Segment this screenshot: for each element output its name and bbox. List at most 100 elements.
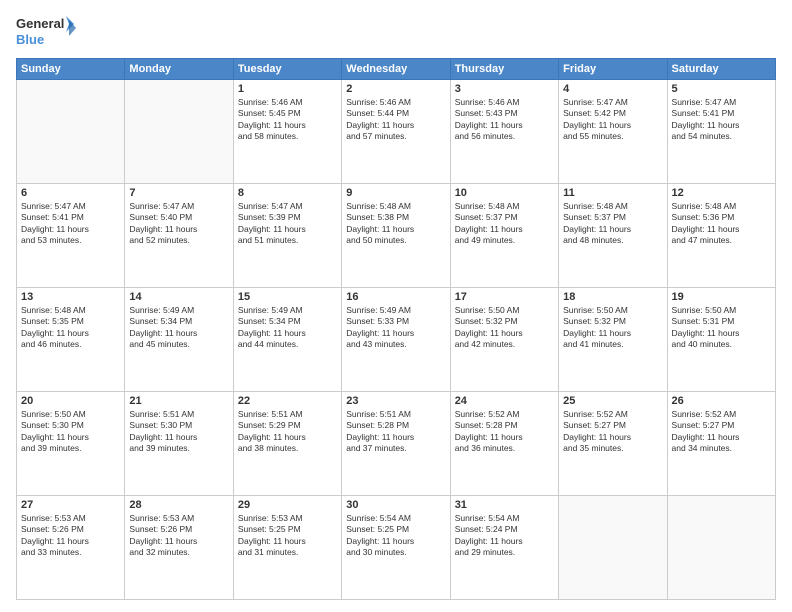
day-info: Sunrise: 5:46 AM Sunset: 5:43 PM Dayligh… <box>455 97 554 143</box>
day-info: Sunrise: 5:49 AM Sunset: 5:34 PM Dayligh… <box>238 305 337 351</box>
calendar-cell: 18 Sunrise: 5:50 AM Sunset: 5:32 PM Dayli… <box>559 288 667 392</box>
day-number: 24 <box>455 395 554 407</box>
day-info: Sunrise: 5:47 AM Sunset: 5:41 PM Dayligh… <box>672 97 771 143</box>
day-number: 20 <box>21 395 120 407</box>
calendar-cell: 28 Sunrise: 5:53 AM Sunset: 5:26 PM Dayli… <box>125 496 233 600</box>
day-info: Sunrise: 5:49 AM Sunset: 5:34 PM Dayligh… <box>129 305 228 351</box>
day-info: Sunrise: 5:50 AM Sunset: 5:32 PM Dayligh… <box>563 305 662 351</box>
calendar-cell: 13 Sunrise: 5:48 AM Sunset: 5:35 PM Dayli… <box>17 288 125 392</box>
day-info: Sunrise: 5:50 AM Sunset: 5:31 PM Dayligh… <box>672 305 771 351</box>
day-info: Sunrise: 5:50 AM Sunset: 5:32 PM Dayligh… <box>455 305 554 351</box>
day-info: Sunrise: 5:52 AM Sunset: 5:28 PM Dayligh… <box>455 409 554 455</box>
day-number: 5 <box>672 83 771 95</box>
day-number: 19 <box>672 291 771 303</box>
day-info: Sunrise: 5:52 AM Sunset: 5:27 PM Dayligh… <box>563 409 662 455</box>
day-number: 23 <box>346 395 445 407</box>
calendar-cell: 17 Sunrise: 5:50 AM Sunset: 5:32 PM Dayli… <box>450 288 558 392</box>
calendar-cell: 21 Sunrise: 5:51 AM Sunset: 5:30 PM Dayli… <box>125 392 233 496</box>
day-info: Sunrise: 5:53 AM Sunset: 5:25 PM Dayligh… <box>238 513 337 559</box>
day-info: Sunrise: 5:51 AM Sunset: 5:30 PM Dayligh… <box>129 409 228 455</box>
day-number: 8 <box>238 187 337 199</box>
day-info: Sunrise: 5:54 AM Sunset: 5:25 PM Dayligh… <box>346 513 445 559</box>
day-number: 26 <box>672 395 771 407</box>
calendar-cell: 6 Sunrise: 5:47 AM Sunset: 5:41 PM Daylig… <box>17 184 125 288</box>
day-info: Sunrise: 5:47 AM Sunset: 5:42 PM Dayligh… <box>563 97 662 143</box>
calendar-week-3: 13 Sunrise: 5:48 AM Sunset: 5:35 PM Dayli… <box>17 288 776 392</box>
day-info: Sunrise: 5:48 AM Sunset: 5:35 PM Dayligh… <box>21 305 120 351</box>
day-info: Sunrise: 5:50 AM Sunset: 5:30 PM Dayligh… <box>21 409 120 455</box>
day-info: Sunrise: 5:47 AM Sunset: 5:41 PM Dayligh… <box>21 201 120 247</box>
day-number: 25 <box>563 395 662 407</box>
day-info: Sunrise: 5:47 AM Sunset: 5:39 PM Dayligh… <box>238 201 337 247</box>
svg-text:General: General <box>16 16 64 31</box>
calendar-cell: 19 Sunrise: 5:50 AM Sunset: 5:31 PM Dayli… <box>667 288 775 392</box>
calendar-cell: 2 Sunrise: 5:46 AM Sunset: 5:44 PM Daylig… <box>342 80 450 184</box>
day-info: Sunrise: 5:54 AM Sunset: 5:24 PM Dayligh… <box>455 513 554 559</box>
day-number: 3 <box>455 83 554 95</box>
calendar-header-monday: Monday <box>125 59 233 80</box>
calendar-cell: 12 Sunrise: 5:48 AM Sunset: 5:36 PM Dayli… <box>667 184 775 288</box>
calendar-cell: 26 Sunrise: 5:52 AM Sunset: 5:27 PM Dayli… <box>667 392 775 496</box>
calendar-header-sunday: Sunday <box>17 59 125 80</box>
day-info: Sunrise: 5:46 AM Sunset: 5:44 PM Dayligh… <box>346 97 445 143</box>
day-number: 13 <box>21 291 120 303</box>
day-info: Sunrise: 5:48 AM Sunset: 5:37 PM Dayligh… <box>455 201 554 247</box>
calendar-cell: 3 Sunrise: 5:46 AM Sunset: 5:43 PM Daylig… <box>450 80 558 184</box>
calendar-header-thursday: Thursday <box>450 59 558 80</box>
calendar-cell: 9 Sunrise: 5:48 AM Sunset: 5:38 PM Daylig… <box>342 184 450 288</box>
day-number: 27 <box>21 499 120 511</box>
calendar-cell: 30Sunrise: 5:54 AM Sunset: 5:25 PM Dayli… <box>342 496 450 600</box>
day-info: Sunrise: 5:49 AM Sunset: 5:33 PM Dayligh… <box>346 305 445 351</box>
day-number: 15 <box>238 291 337 303</box>
day-info: Sunrise: 5:51 AM Sunset: 5:29 PM Dayligh… <box>238 409 337 455</box>
calendar-cell: 15 Sunrise: 5:49 AM Sunset: 5:34 PM Dayli… <box>233 288 341 392</box>
calendar-cell: 4Sunrise: 5:47 AM Sunset: 5:42 PM Daylig… <box>559 80 667 184</box>
day-info: Sunrise: 5:52 AM Sunset: 5:27 PM Dayligh… <box>672 409 771 455</box>
day-number: 6 <box>21 187 120 199</box>
day-number: 12 <box>672 187 771 199</box>
calendar-cell: 16 Sunrise: 5:49 AM Sunset: 5:33 PM Dayli… <box>342 288 450 392</box>
day-number: 17 <box>455 291 554 303</box>
calendar-header-saturday: Saturday <box>667 59 775 80</box>
day-number: 22 <box>238 395 337 407</box>
calendar-header-friday: Friday <box>559 59 667 80</box>
calendar-cell: 7Sunrise: 5:47 AM Sunset: 5:40 PM Daylig… <box>125 184 233 288</box>
day-number: 7 <box>129 187 228 199</box>
calendar-cell: 23Sunrise: 5:51 AM Sunset: 5:28 PM Dayli… <box>342 392 450 496</box>
calendar-cell <box>667 496 775 600</box>
calendar-week-5: 27 Sunrise: 5:53 AM Sunset: 5:26 PM Dayli… <box>17 496 776 600</box>
calendar-cell: 8 Sunrise: 5:47 AM Sunset: 5:39 PM Daylig… <box>233 184 341 288</box>
calendar-week-2: 6 Sunrise: 5:47 AM Sunset: 5:41 PM Daylig… <box>17 184 776 288</box>
day-info: Sunrise: 5:48 AM Sunset: 5:37 PM Dayligh… <box>563 201 662 247</box>
calendar-cell: 22 Sunrise: 5:51 AM Sunset: 5:29 PM Dayli… <box>233 392 341 496</box>
calendar-cell <box>125 80 233 184</box>
calendar-table: SundayMondayTuesdayWednesdayThursdayFrid… <box>16 58 776 600</box>
day-number: 10 <box>455 187 554 199</box>
page: General Blue SundayMondayTuesdayWednesda… <box>0 0 792 612</box>
calendar-header-row: SundayMondayTuesdayWednesdayThursdayFrid… <box>17 59 776 80</box>
calendar-cell: 31Sunrise: 5:54 AM Sunset: 5:24 PM Dayli… <box>450 496 558 600</box>
calendar-week-1: 1Sunrise: 5:46 AM Sunset: 5:45 PM Daylig… <box>17 80 776 184</box>
day-number: 18 <box>563 291 662 303</box>
calendar-cell: 14Sunrise: 5:49 AM Sunset: 5:34 PM Dayli… <box>125 288 233 392</box>
svg-text:Blue: Blue <box>16 32 44 47</box>
calendar-cell: 24 Sunrise: 5:52 AM Sunset: 5:28 PM Dayli… <box>450 392 558 496</box>
day-number: 2 <box>346 83 445 95</box>
day-info: Sunrise: 5:48 AM Sunset: 5:38 PM Dayligh… <box>346 201 445 247</box>
day-number: 21 <box>129 395 228 407</box>
day-number: 1 <box>238 83 337 95</box>
calendar-cell: 25 Sunrise: 5:52 AM Sunset: 5:27 PM Dayli… <box>559 392 667 496</box>
calendar-cell: 20 Sunrise: 5:50 AM Sunset: 5:30 PM Dayli… <box>17 392 125 496</box>
day-info: Sunrise: 5:48 AM Sunset: 5:36 PM Dayligh… <box>672 201 771 247</box>
calendar-cell: 11Sunrise: 5:48 AM Sunset: 5:37 PM Dayli… <box>559 184 667 288</box>
calendar-cell <box>17 80 125 184</box>
calendar-cell <box>559 496 667 600</box>
day-number: 9 <box>346 187 445 199</box>
calendar-cell: 29Sunrise: 5:53 AM Sunset: 5:25 PM Dayli… <box>233 496 341 600</box>
day-number: 16 <box>346 291 445 303</box>
calendar-cell: 10 Sunrise: 5:48 AM Sunset: 5:37 PM Dayli… <box>450 184 558 288</box>
calendar-header-tuesday: Tuesday <box>233 59 341 80</box>
day-number: 28 <box>129 499 228 511</box>
logo: General Blue <box>16 12 76 50</box>
day-info: Sunrise: 5:53 AM Sunset: 5:26 PM Dayligh… <box>129 513 228 559</box>
